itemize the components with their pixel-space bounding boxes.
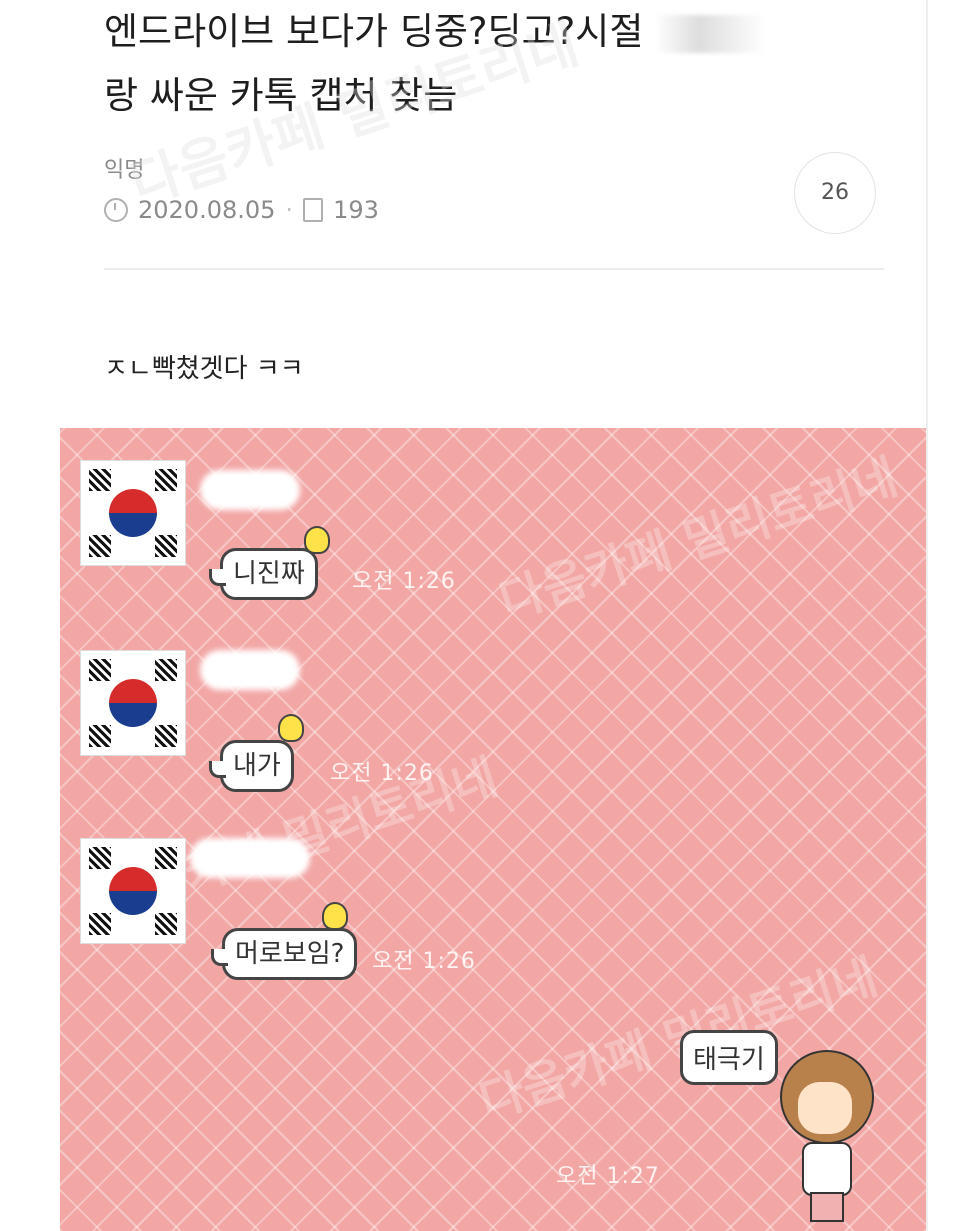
message-time: 오전 1:26 bbox=[330, 761, 434, 786]
message-time: 오전 1:26 bbox=[372, 949, 476, 974]
clock-icon bbox=[104, 198, 128, 222]
trigram-icon bbox=[89, 725, 111, 747]
chick-sticker-icon bbox=[278, 714, 304, 742]
chat-bubble: 니진짜 bbox=[209, 548, 318, 600]
trigram-icon bbox=[89, 847, 111, 869]
trigram-icon bbox=[155, 847, 177, 869]
avatar[interactable] bbox=[80, 650, 186, 756]
trigram-icon bbox=[155, 469, 177, 491]
views-icon bbox=[303, 198, 324, 222]
avatar[interactable] bbox=[80, 838, 186, 944]
character-face bbox=[798, 1082, 852, 1134]
redacted-sender-name bbox=[200, 650, 300, 690]
chat-bubble: 내가 bbox=[209, 740, 294, 792]
character-sticker bbox=[780, 1050, 874, 1222]
post-body-text: ㅈㄴ빡쳤겟다 ㅋㅋ bbox=[104, 354, 304, 384]
trigram-icon bbox=[89, 659, 111, 681]
chick-sticker-icon bbox=[304, 526, 330, 554]
character-legs bbox=[810, 1192, 844, 1222]
trigram-icon bbox=[89, 469, 111, 491]
right-border bbox=[926, 0, 928, 1231]
view-count: 193 bbox=[333, 196, 379, 224]
chick-sticker-icon bbox=[322, 902, 348, 930]
taegeuk-icon bbox=[109, 867, 157, 915]
redacted-sender-name bbox=[200, 470, 300, 510]
trigram-icon bbox=[155, 659, 177, 681]
character-body bbox=[802, 1142, 852, 1196]
divider bbox=[104, 268, 884, 270]
trigram-icon bbox=[155, 913, 177, 935]
meta-separator: · bbox=[285, 196, 294, 224]
chat-bubble: 머로보임? bbox=[210, 928, 358, 980]
trigram-icon bbox=[155, 725, 177, 747]
trigram-icon bbox=[89, 535, 111, 557]
redacted-name bbox=[655, 14, 766, 53]
trigram-icon bbox=[89, 913, 111, 935]
taegeuk-icon bbox=[109, 489, 157, 537]
avatar[interactable] bbox=[80, 460, 186, 566]
trigram-icon bbox=[155, 535, 177, 557]
comment-count-button[interactable]: 26 bbox=[794, 152, 876, 234]
my-chat-bubble: 태극기 bbox=[680, 1030, 778, 1085]
taegeuk-icon bbox=[109, 679, 157, 727]
message-time: 오전 1:26 bbox=[352, 569, 456, 594]
redacted-sender-name bbox=[190, 838, 310, 878]
message-time: 오전 1:27 bbox=[556, 1164, 660, 1189]
